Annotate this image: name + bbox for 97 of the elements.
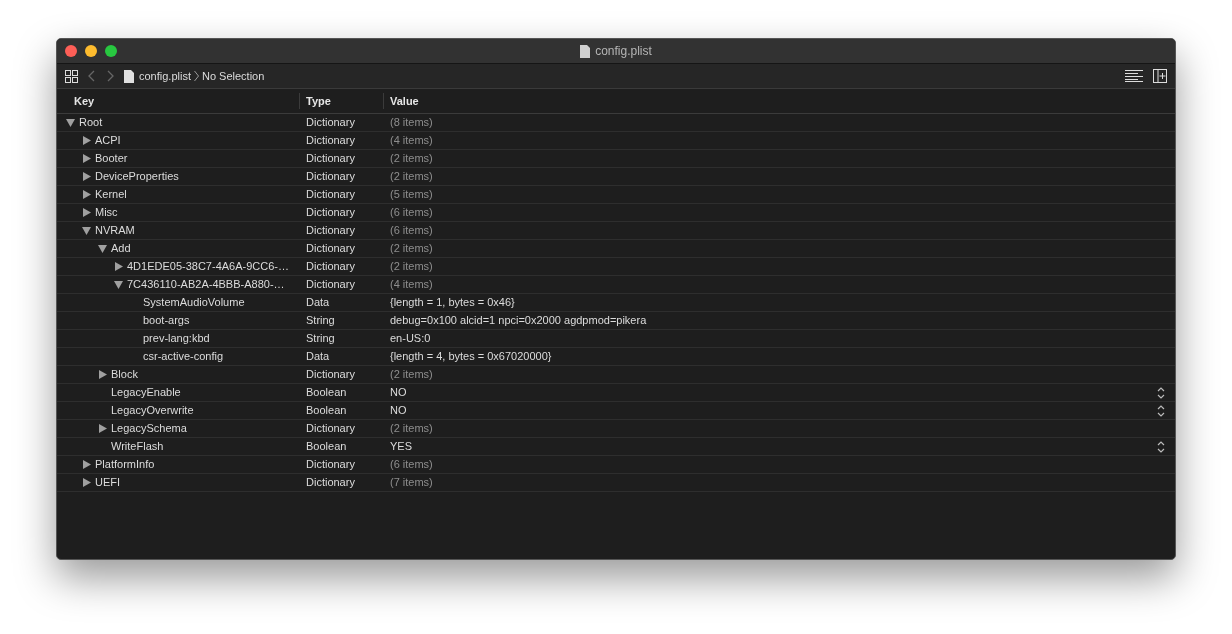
key-cell-text: Kernel [95, 187, 127, 203]
disclosure-triangle-icon[interactable] [81, 225, 92, 236]
column-header[interactable]: Key [57, 92, 300, 110]
disclosure-triangle-icon[interactable] [97, 243, 108, 254]
value-cell-text: (2 items) [390, 421, 433, 437]
key-cell-text: csr-active-config [143, 349, 224, 365]
type-cell-text: String [305, 313, 336, 329]
grid-icon[interactable] [65, 69, 78, 83]
stepper-icon[interactable] [1157, 386, 1165, 399]
type-cell-text: Dictionary [305, 457, 356, 473]
key-cell-text: Misc [95, 205, 118, 221]
disclosure-triangle-icon[interactable] [81, 171, 92, 182]
type-cell-text: Dictionary [305, 421, 356, 437]
key-cell-text: Booter [95, 151, 128, 167]
key-cell-text: LegacySchema [111, 421, 187, 437]
type-cell-text: Dictionary [305, 241, 356, 257]
disclosure-triangle-icon[interactable] [81, 153, 92, 164]
key-cell-text: NVRAM [95, 223, 135, 239]
type-cell-text: Dictionary [305, 259, 356, 275]
value-cell-text: (4 items) [390, 133, 433, 149]
key-cell-text: boot-args [143, 313, 190, 329]
type-cell-text: Dictionary [305, 187, 356, 203]
text-align-icon[interactable] [1125, 70, 1143, 82]
chevron-icon [194, 70, 199, 82]
key-cell-text: LegacyEnable [111, 385, 181, 401]
type-cell-text: Dictionary [305, 223, 356, 239]
type-cell-text: Boolean [305, 403, 348, 419]
key-cell-text: WriteFlash [111, 439, 164, 455]
key-cell-text: prev-lang:kbd [143, 331, 210, 347]
key-cell-text: ACPI [95, 133, 121, 149]
window-title: config.plist [595, 43, 652, 60]
stepper-icon[interactable] [1157, 404, 1165, 417]
disclosure-triangle-icon[interactable] [113, 261, 124, 272]
back-icon[interactable] [88, 70, 96, 82]
type-cell-text: Dictionary [305, 205, 356, 221]
disclosure-triangle-icon[interactable] [81, 189, 92, 200]
key-cell-text: SystemAudioVolume [143, 295, 245, 311]
type-cell-text: String [305, 331, 336, 347]
column-header[interactable]: Value [384, 92, 1175, 110]
type-cell-text: Dictionary [305, 367, 356, 383]
value-cell-text: NO [390, 403, 407, 419]
value-cell-text: (7 items) [390, 475, 433, 491]
key-cell-text: UEFI [95, 475, 121, 491]
column-header[interactable]: Type [300, 92, 384, 110]
type-cell-text: Boolean [305, 385, 348, 401]
disclosure-triangle-icon[interactable] [81, 477, 92, 488]
value-cell-text: (2 items) [390, 367, 433, 383]
disclosure-triangle-icon[interactable] [81, 459, 92, 470]
type-cell-text: Dictionary [305, 169, 356, 185]
close-button[interactable] [65, 45, 77, 57]
value-cell-text: {length = 1, bytes = 0x46} [390, 295, 515, 311]
value-cell-text: (6 items) [390, 457, 433, 473]
value-cell-text: {length = 4, bytes = 0x67020000} [390, 349, 552, 365]
key-cell-text: Add [111, 241, 131, 257]
type-cell-text: Dictionary [305, 151, 356, 167]
value-cell-text: (8 items) [390, 115, 433, 131]
key-cell-text: LegacyOverwrite [111, 403, 194, 419]
breadcrumb-selection[interactable]: No Selection [202, 67, 265, 85]
type-cell-text: Dictionary [305, 133, 356, 149]
document-icon [124, 69, 134, 83]
value-cell-text: en-US:0 [390, 331, 431, 347]
value-cell-text: (2 items) [390, 259, 433, 275]
value-cell-text: (2 items) [390, 151, 433, 167]
type-cell-text: Boolean [305, 439, 348, 455]
value-cell-text: NO [390, 385, 407, 401]
minimize-button[interactable] [85, 45, 97, 57]
key-cell-text: Block [111, 367, 138, 383]
stepper-icon[interactable] [1157, 440, 1165, 453]
type-cell-text: Dictionary [305, 475, 356, 491]
zoom-button[interactable] [105, 45, 117, 57]
disclosure-triangle-icon[interactable] [81, 135, 92, 146]
type-cell-text: Dictionary [305, 115, 356, 131]
value-cell-text: (2 items) [390, 241, 433, 257]
breadcrumb-file[interactable]: config.plist [139, 67, 191, 85]
type-cell-text: Data [305, 295, 331, 311]
value-cell-text: YES [390, 439, 412, 455]
document-icon [580, 44, 591, 58]
forward-icon[interactable] [106, 70, 114, 82]
disclosure-triangle-icon[interactable] [65, 117, 76, 128]
value-cell-text: debug=0x100 alcid=1 npci=0x2000 agdpmod=pikera [390, 313, 647, 329]
value-cell-text: (2 items) [390, 169, 433, 185]
disclosure-triangle-icon[interactable] [97, 423, 108, 434]
sidebar-icon[interactable] [1153, 69, 1167, 83]
key-cell-text: 4D1EDE05-38C7-4A6A-9CC6-… [127, 259, 289, 275]
value-cell-text: (5 items) [390, 187, 433, 203]
value-cell-text: (6 items) [390, 223, 433, 239]
value-cell-text: (6 items) [390, 205, 433, 221]
key-cell-text: DeviceProperties [95, 169, 179, 185]
disclosure-triangle-icon[interactable] [81, 207, 92, 218]
key-cell-text: Root [79, 115, 103, 131]
key-cell-text: 7C436110-AB2A-4BBB-A880-… [127, 277, 285, 293]
key-cell-text: PlatformInfo [95, 457, 155, 473]
type-cell-text: Data [305, 349, 331, 365]
type-cell-text: Dictionary [305, 277, 356, 293]
disclosure-triangle-icon[interactable] [113, 279, 124, 290]
value-cell-text: (4 items) [390, 277, 433, 293]
disclosure-triangle-icon[interactable] [97, 369, 108, 380]
